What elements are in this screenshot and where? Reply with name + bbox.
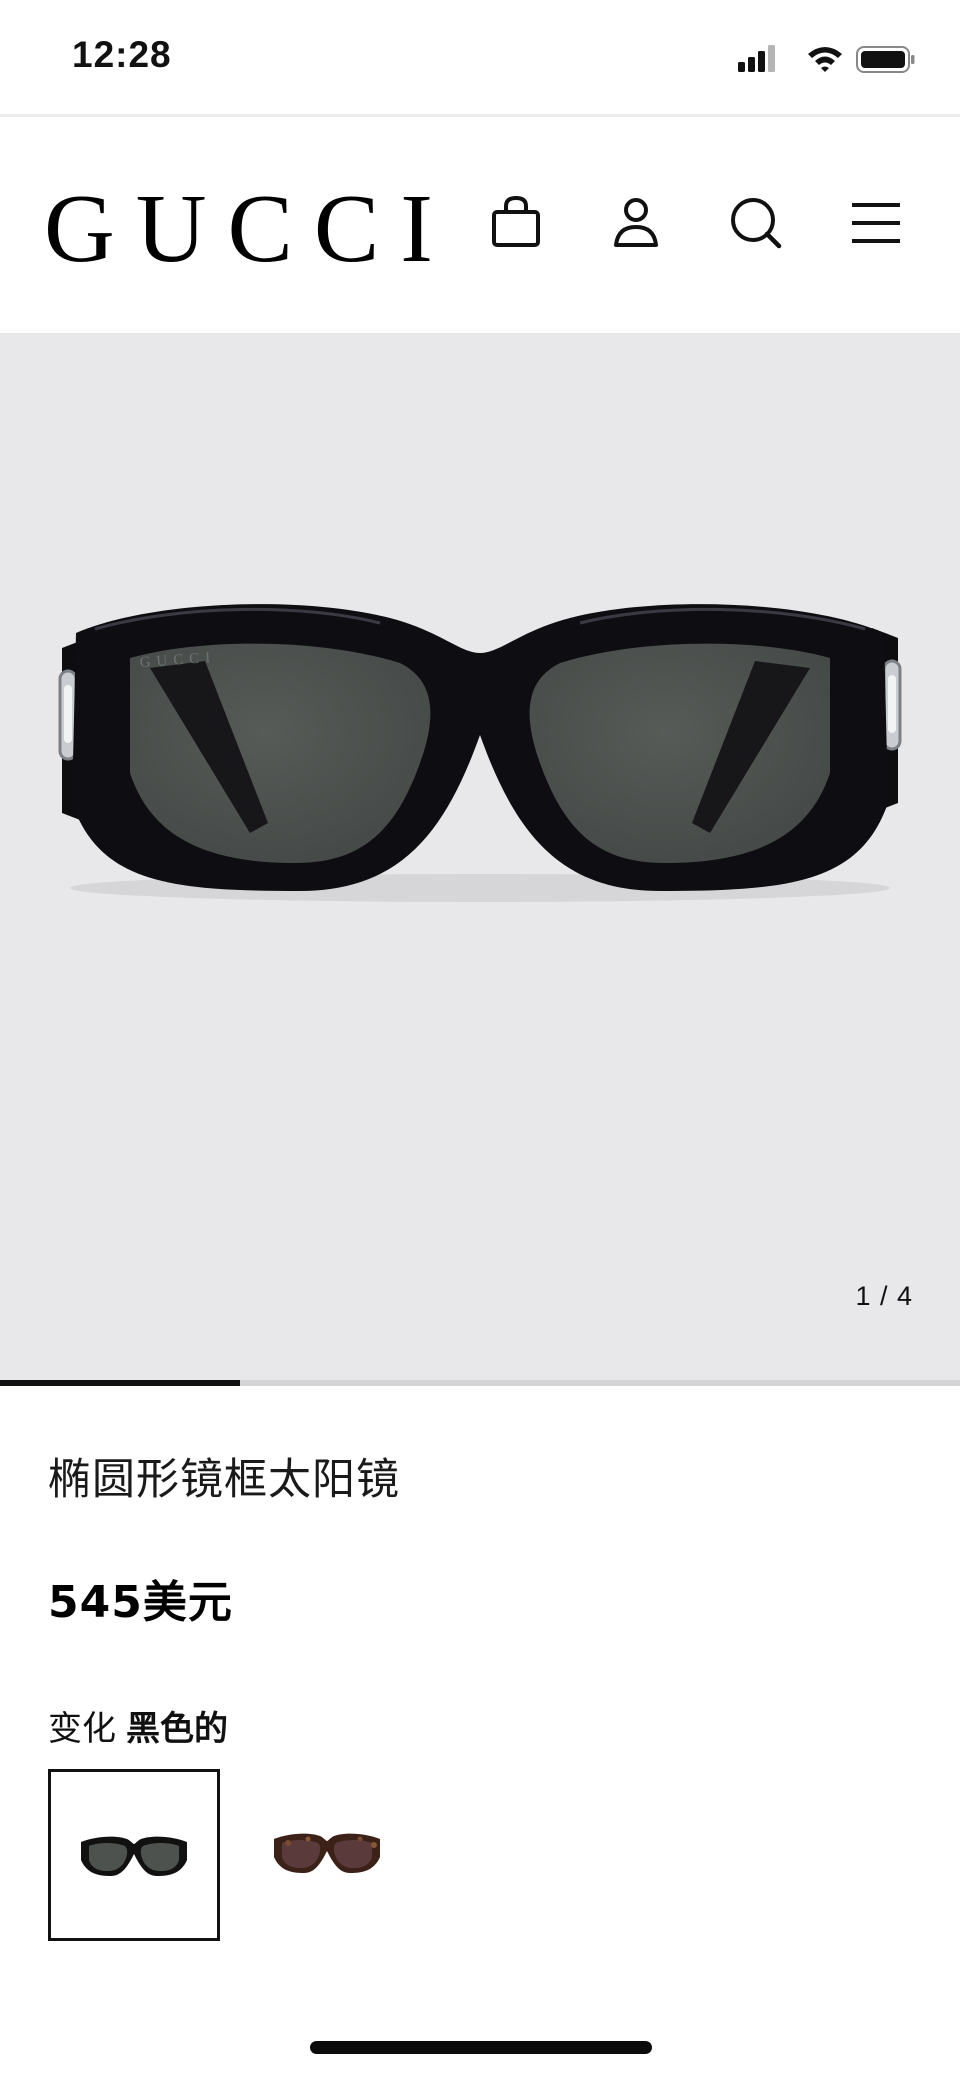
carousel-progress-fill	[0, 1380, 240, 1386]
sunglasses-thumbnail-tortoise	[274, 1833, 380, 1873]
carousel-progress	[0, 1380, 960, 1386]
product-price: 545美元	[48, 1577, 233, 1628]
gucci-logo[interactable]: GUCCI	[44, 180, 454, 278]
sunglasses-image: GUCCI	[58, 604, 902, 902]
variant-label-row: 变化 黑色的	[48, 1701, 228, 1750]
status-bar: 12:28	[0, 0, 960, 116]
menu-icon[interactable]	[844, 191, 908, 255]
account-icon[interactable]	[604, 191, 668, 255]
shopping-bag-icon[interactable]	[484, 191, 548, 255]
wifi-icon	[808, 47, 842, 72]
search-icon[interactable]	[724, 191, 788, 255]
variant-label: 变化	[48, 1709, 116, 1749]
variant-swatch-tortoise[interactable]	[264, 1769, 436, 1941]
status-icons	[738, 45, 915, 73]
image-counter: 1 / 4	[855, 1281, 913, 1311]
site-header: GUCCI	[0, 117, 960, 333]
status-time: 12:28	[72, 34, 172, 75]
product-image-carousel[interactable]: GUCCI 1 / 4	[0, 333, 960, 1382]
cellular-signal-icon	[738, 45, 775, 72]
sunglasses-thumbnail-black	[81, 1836, 187, 1876]
product-title: 椭圆形镜框太阳镜	[48, 1455, 400, 1505]
battery-icon	[856, 46, 915, 73]
home-indicator[interactable]	[310, 2041, 652, 2054]
variant-selected-value: 黑色的	[126, 1709, 228, 1749]
variant-swatch-black[interactable]	[48, 1769, 220, 1941]
